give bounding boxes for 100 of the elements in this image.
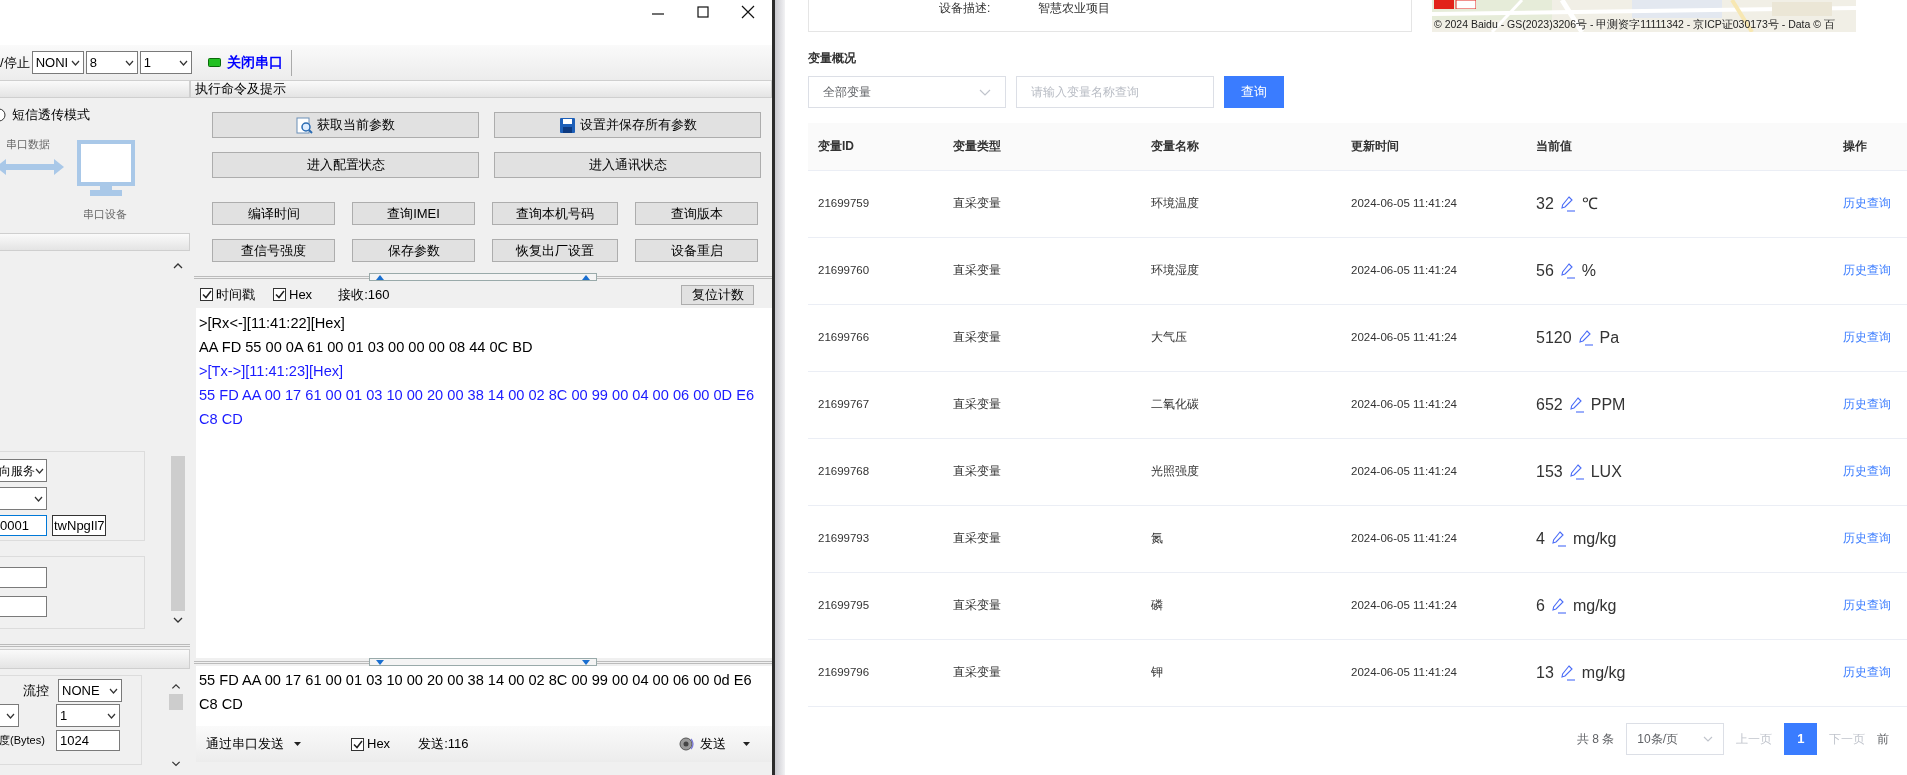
id-field[interactable]: 0001: [0, 515, 47, 536]
history-link[interactable]: 历史查询: [1843, 196, 1891, 209]
parity-dropdown[interactable]: NONI: [31, 51, 84, 74]
close-icon[interactable]: [740, 4, 756, 20]
edit-icon[interactable]: [1568, 396, 1585, 413]
receive-counter: 接收:160: [338, 285, 390, 304]
checkbox[interactable]: [200, 288, 213, 301]
value-text: 4: [1536, 528, 1545, 549]
radio-label[interactable]: 短信透传模式: [12, 105, 90, 125]
splitter-handle[interactable]: [369, 273, 597, 281]
scroll-thumb[interactable]: [171, 456, 185, 611]
history-link[interactable]: 历史查询: [1843, 397, 1891, 410]
table-cell: 氮: [1141, 505, 1341, 572]
unit-text: mg/kg: [1572, 528, 1617, 549]
table-cell: 2024-06-05 11:41:24: [1341, 170, 1526, 237]
table-cell: 直采变量: [943, 572, 1141, 639]
command-button[interactable]: 进入通讯状态: [494, 152, 761, 178]
server-dropdown[interactable]: 向服务: [0, 459, 47, 482]
edit-icon[interactable]: [1559, 195, 1576, 212]
table-cell: 直采变量: [943, 304, 1141, 371]
panel-header: 执行命令及提示: [190, 80, 772, 98]
dropdown[interactable]: 1: [56, 704, 120, 727]
length-field[interactable]: 1024: [56, 730, 120, 751]
input-field[interactable]: [0, 596, 47, 617]
scroll-down-icon[interactable]: [171, 759, 181, 767]
variable-filter-dropdown[interactable]: 全部变量: [808, 76, 1006, 108]
table-cell: 2024-06-05 11:41:24: [1341, 304, 1526, 371]
checkbox-label[interactable]: Hex: [289, 284, 313, 305]
history-link[interactable]: 历史查询: [1843, 598, 1891, 611]
edit-icon[interactable]: [1577, 329, 1594, 346]
diagram-label: 串口数据: [6, 137, 50, 152]
command-button[interactable]: 查询IMEI: [352, 202, 475, 225]
field-value: 智慧农业项目: [1038, 0, 1111, 17]
scroll-down-icon[interactable]: [173, 616, 183, 624]
column-header: 操作: [1833, 123, 1907, 170]
table-cell: 钾: [1141, 639, 1341, 706]
page-number[interactable]: 1: [1784, 722, 1818, 755]
command-button[interactable]: 查信号强度: [212, 239, 335, 262]
splitter-handle[interactable]: [369, 658, 597, 666]
dropdown[interactable]: [0, 704, 19, 727]
search-field[interactable]: 请输入变量名称查询: [1016, 76, 1214, 108]
scroll-up-icon[interactable]: [171, 683, 181, 691]
edit-icon[interactable]: [1559, 664, 1576, 681]
chevron-down-icon: [109, 687, 118, 694]
history-link[interactable]: 历史查询: [1843, 665, 1891, 678]
edit-icon[interactable]: [1550, 597, 1567, 614]
data-bits-dropdown[interactable]: 8: [85, 51, 138, 74]
checkbox[interactable]: [273, 288, 286, 301]
field-label: 设备描述:: [939, 0, 991, 17]
command-button[interactable]: 设置并保存所有参数: [494, 112, 761, 138]
flow-control-dropdown[interactable]: NONE: [58, 679, 122, 702]
close-port-button[interactable]: 关闭串口: [203, 52, 287, 73]
command-button[interactable]: 设备重启: [635, 239, 758, 262]
scroll-up-icon[interactable]: [173, 262, 183, 270]
table-cell: 2024-06-05 11:41:24: [1341, 505, 1526, 572]
command-button[interactable]: 恢复出厂设置: [492, 239, 618, 262]
send-button[interactable]: 发送: [679, 734, 750, 754]
edit-icon[interactable]: [1559, 262, 1576, 279]
command-button[interactable]: 获取当前参数: [212, 112, 479, 138]
scroll-thumb[interactable]: [169, 694, 183, 710]
table-cell: 光照强度: [1141, 438, 1341, 505]
maximize-icon[interactable]: [695, 4, 711, 20]
table-cell: 直采变量: [943, 170, 1141, 237]
command-button[interactable]: 进入配置状态: [212, 152, 479, 178]
command-button[interactable]: 保存参数: [352, 239, 475, 262]
history-link[interactable]: 历史查询: [1843, 531, 1891, 544]
reset-count-button[interactable]: 复位计数: [681, 284, 754, 305]
history-link[interactable]: 历史查询: [1843, 330, 1891, 343]
chevron-down-icon: [70, 59, 80, 66]
history-link[interactable]: 历史查询: [1843, 464, 1891, 477]
log-line: AA FD 55 00 0A 61 00 01 03 00 00 00 08 44 0C BD: [199, 338, 534, 357]
table-cell: 2024-06-05 11:41:24: [1341, 371, 1526, 438]
page-size-dropdown[interactable]: 10条/页: [1626, 722, 1725, 755]
table-cell: 直采变量: [943, 371, 1141, 438]
password-field[interactable]: twNpgIl7: [52, 515, 106, 536]
edit-icon[interactable]: [1550, 530, 1567, 547]
edit-icon[interactable]: [1568, 463, 1585, 480]
speaker-icon: [679, 736, 695, 752]
checkbox-label[interactable]: Hex: [367, 734, 391, 754]
history-link[interactable]: 历史查询: [1843, 263, 1891, 276]
value-text: 6: [1536, 595, 1545, 616]
chevron-down-icon: [6, 712, 15, 719]
command-button[interactable]: 查询版本: [635, 202, 758, 225]
send-input[interactable]: 55 FD AA 00 17 61 00 01 03 10 00 20 00 38 14 00 02 8C 00 99 00 04 00 06 00 0d E6 C8 CD: [196, 666, 772, 726]
checkbox-label[interactable]: 时间戳: [216, 284, 255, 305]
query-button[interactable]: 查询: [1224, 76, 1284, 108]
table-cell: 磷: [1141, 572, 1341, 639]
down-arrow-icon: [582, 659, 590, 665]
unit-text: LUX: [1590, 461, 1622, 482]
section-title: 变量概况: [808, 50, 857, 66]
table-cell: 环境温度: [1141, 170, 1341, 237]
send-mode-button[interactable]: 通过串口发送: [206, 734, 301, 754]
input-field[interactable]: [0, 567, 47, 588]
stop-bits-dropdown[interactable]: 1: [139, 51, 192, 74]
save-icon: [558, 116, 576, 134]
command-button[interactable]: 查询本机号码: [492, 202, 618, 225]
dropdown[interactable]: [0, 487, 47, 510]
command-button[interactable]: 编译时间: [212, 202, 335, 225]
checkbox[interactable]: [351, 737, 364, 751]
table-cell: 大气压: [1141, 304, 1341, 371]
